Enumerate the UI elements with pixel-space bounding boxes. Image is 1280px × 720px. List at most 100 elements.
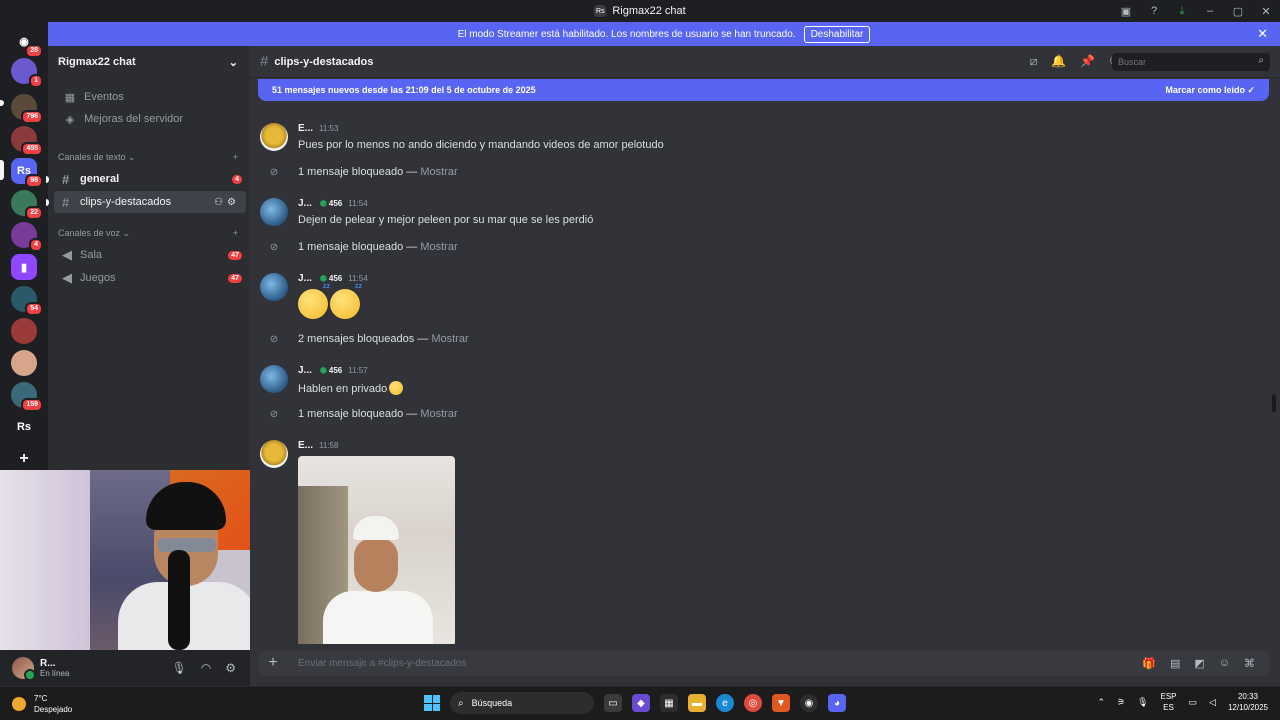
blocked-icon: ⊘ <box>269 409 279 420</box>
display-icon[interactable]: ▭ <box>1189 697 1198 708</box>
sleeping-emoji-icon[interactable] <box>330 283 362 319</box>
role-badge: ⬢ 456 <box>320 199 342 208</box>
scrollbar-thumb[interactable] <box>1272 394 1276 412</box>
pin-icon[interactable]: 📌 <box>1080 54 1095 69</box>
mark-read-button[interactable]: Marcar como leído ✓ <box>1165 85 1255 96</box>
activities-icon[interactable]: ⌘ <box>1244 657 1255 670</box>
server-icon[interactable] <box>11 350 37 376</box>
maximize-icon[interactable]: ▢ <box>1224 5 1252 18</box>
edge-icon[interactable]: e <box>716 694 734 712</box>
github-icon[interactable]: ◉ <box>800 694 818 712</box>
start-button-icon[interactable] <box>424 695 440 711</box>
microphone-icon[interactable]: 🎙 <box>172 661 187 675</box>
chrome-icon[interactable]: ◎ <box>744 694 762 712</box>
store-icon[interactable]: ▦ <box>660 694 678 712</box>
twitch-server-icon[interactable]: ▮ <box>11 254 37 280</box>
task-view-icon[interactable]: ▭ <box>604 694 622 712</box>
server-icon-rs2[interactable]: Rs <box>11 414 37 440</box>
discord-taskbar-icon[interactable]: ◕ <box>828 694 846 712</box>
server-badge: 159 <box>21 398 43 412</box>
sidebar-item-boosts[interactable]: ◈ Mejoras del servidor <box>52 108 246 130</box>
minimize-icon[interactable]: – <box>1196 5 1224 17</box>
server-icon[interactable]: 4 <box>11 222 43 252</box>
channel-sidebar: Rigmax22 chat ⌄ ▦ Eventos ◈ Mejoras del … <box>46 46 250 470</box>
sleeping-emoji-icon[interactable] <box>298 283 330 319</box>
show-blocked-link[interactable]: Mostrar <box>420 166 457 178</box>
gear-icon[interactable]: ⚙ <box>227 197 240 208</box>
close-banner-icon[interactable]: ✕ <box>1257 26 1268 42</box>
add-attachment-icon[interactable]: + <box>258 654 288 672</box>
server-icon[interactable]: 54 <box>11 286 43 316</box>
weather-temp: 7°C <box>34 694 48 703</box>
gear-icon[interactable]: ⚙ <box>225 661 236 675</box>
message-composer[interactable]: + Enviar mensaje a #clips-y-destacados 🎁… <box>258 650 1269 676</box>
message-image-attachment[interactable] <box>298 456 455 644</box>
avatar[interactable] <box>260 365 288 393</box>
screen-share-icon[interactable]: ▣ <box>1112 5 1140 18</box>
channel-general[interactable]: # general 4 <box>46 168 246 190</box>
search-input[interactable] <box>1112 53 1270 71</box>
emoji-icon[interactable]: ☺ <box>1219 657 1230 670</box>
avatar[interactable] <box>260 273 288 301</box>
invite-icon[interactable]: ⚇ <box>214 197 227 208</box>
guild-header[interactable]: Rigmax22 chat ⌄ <box>48 46 250 78</box>
message-author[interactable]: E... <box>298 440 313 451</box>
show-blocked-link[interactable]: Mostrar <box>420 241 457 253</box>
brave-icon[interactable]: ▼ <box>772 694 790 712</box>
server-icon[interactable] <box>11 318 37 344</box>
sticker-icon[interactable]: ◩ <box>1194 657 1204 670</box>
search-icon: ⌕ <box>458 697 464 709</box>
message-author[interactable]: J... <box>298 273 312 284</box>
channel-clips-y-destacados[interactable]: # clips-y-destacados ⚇⚙ <box>46 191 246 213</box>
volume-icon[interactable]: ◁ <box>1209 697 1216 708</box>
window-controls: ▣ ? ⤓ – ▢ ✕ <box>1112 0 1280 22</box>
server-icon-rs[interactable]: Rs 98 <box>11 158 43 188</box>
text-channels-category[interactable]: Canales de texto ⌄ + <box>48 146 250 168</box>
network-icon[interactable]: ⚞ <box>1117 697 1125 708</box>
add-channel-icon[interactable]: + <box>233 228 238 238</box>
new-messages-bar[interactable]: 51 mensajes nuevos desde las 21:09 del 5… <box>258 79 1269 101</box>
sidebar-item-events[interactable]: ▦ Eventos <box>52 86 246 108</box>
message-author[interactable]: J... <box>298 365 312 376</box>
server-icon[interactable]: 159 <box>11 382 43 412</box>
avatar[interactable] <box>260 198 288 226</box>
download-icon[interactable]: ⤓ <box>1168 5 1196 18</box>
chevron-up-icon[interactable]: ⌃ <box>1097 697 1105 708</box>
gif-icon[interactable]: ▤ <box>1170 657 1180 670</box>
direct-messages-icon[interactable]: ◉ 28 <box>11 28 43 58</box>
language-indicator[interactable]: ESP ES <box>1161 691 1177 713</box>
taskbar-search-label: Búsqueda <box>471 698 513 708</box>
microphone-tray-icon[interactable]: 🎙 <box>1137 697 1148 708</box>
help-icon[interactable]: ? <box>1140 5 1168 17</box>
avatar[interactable] <box>260 123 288 151</box>
server-icon[interactable]: 1 <box>11 58 43 88</box>
show-blocked-link[interactable]: Mostrar <box>420 408 457 420</box>
voice-channel-juegos[interactable]: ◀ Juegos 47 <box>54 267 246 289</box>
file-explorer-icon[interactable]: ▬ <box>688 694 706 712</box>
add-server-icon[interactable]: + <box>11 446 37 472</box>
window-titlebar: Rs Rigmax22 chat ▣ ? ⤓ – ▢ ✕ <box>0 0 1280 22</box>
weather-widget[interactable]: 7°C Despejado <box>12 693 72 715</box>
taskbar-search[interactable]: ⌕ Búsqueda <box>450 692 594 714</box>
clock[interactable]: 20:33 12/10/2025 <box>1228 691 1268 713</box>
message-author[interactable]: E... <box>298 123 313 134</box>
avatar[interactable] <box>12 657 36 681</box>
server-icon[interactable]: 455 <box>11 126 43 156</box>
voice-channels-category[interactable]: Canales de voz ⌄ + <box>48 222 250 244</box>
gift-icon[interactable]: 🎁 <box>1142 657 1156 670</box>
server-icon[interactable]: 796 <box>11 94 43 124</box>
close-window-icon[interactable]: ✕ <box>1252 5 1280 18</box>
hash-icon: # <box>62 171 70 187</box>
bell-icon[interactable]: 🔔 <box>1051 54 1066 69</box>
threads-icon[interactable]: ⧄ <box>1030 54 1038 69</box>
composer-placeholder[interactable]: Enviar mensaje a #clips-y-destacados <box>298 658 466 669</box>
show-blocked-link[interactable]: Mostrar <box>431 333 468 345</box>
add-channel-icon[interactable]: + <box>233 152 238 162</box>
voice-channel-sala[interactable]: ◀ Sala 47 <box>54 244 246 266</box>
server-icon[interactable]: 22 <box>11 190 43 220</box>
disable-streamer-button[interactable]: Deshabilitar <box>803 25 871 43</box>
headphones-icon[interactable]: ◠ <box>201 661 211 675</box>
message-author[interactable]: J... <box>298 198 312 209</box>
avatar[interactable] <box>260 440 288 468</box>
copilot-icon[interactable]: ◆ <box>632 694 650 712</box>
